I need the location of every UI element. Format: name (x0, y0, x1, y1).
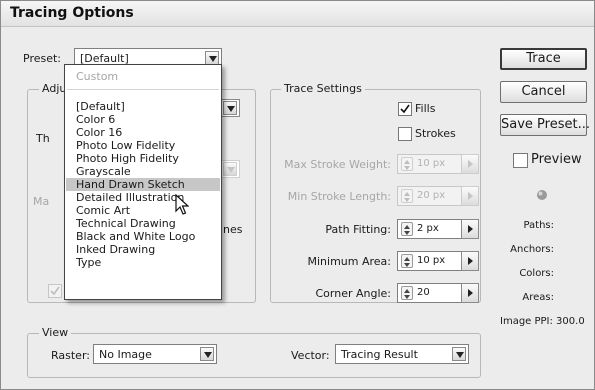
trace-settings-group-title: Trace Settings (281, 82, 365, 95)
title-bar[interactable]: Tracing Options (1, 1, 594, 27)
path-fitting-value: 2 px (417, 223, 439, 234)
min-stroke-length-spinner[interactable]: 20 px (397, 186, 467, 206)
raster-value: No Image (99, 348, 152, 361)
preset-option[interactable]: Type (66, 256, 220, 269)
image-ppi-stat: Image PPI: 300.0 (500, 316, 585, 327)
corner-angle-value: 20 (417, 287, 430, 298)
min-stroke-length-arrow-button[interactable] (461, 186, 479, 206)
ignore-white-label-fragment: nes (223, 223, 243, 236)
preview-label: Preview (531, 152, 582, 167)
mode-select-partial[interactable] (220, 99, 240, 117)
strokes-checkbox[interactable] (398, 127, 412, 141)
menu-separator (67, 89, 219, 90)
preset-option[interactable]: Photo Low Fidelity (66, 139, 220, 152)
preset-option[interactable]: Inked Drawing (66, 243, 220, 256)
preset-label: Preset: (23, 52, 62, 65)
preset-option-highlighted[interactable]: Hand Drawn Sketch (66, 178, 220, 191)
path-fitting-label: Path Fitting: (325, 223, 391, 236)
chevron-down-icon[interactable] (223, 101, 237, 115)
preset-option-custom: Custom (76, 70, 119, 83)
vector-value: Tracing Result (341, 348, 418, 361)
fills-label: Fills (415, 102, 436, 115)
trace-button[interactable]: Trace (500, 48, 587, 70)
info-icon (535, 188, 549, 205)
max-stroke-weight-value: 10 px (417, 158, 446, 169)
corner-angle-label: Corner Angle: (315, 287, 391, 300)
preset-option[interactable]: Detailed Illustration (66, 191, 220, 204)
max-stroke-weight-label: Max Stroke Weight: (284, 158, 391, 171)
anchors-stat: Anchors: (510, 244, 554, 255)
tracing-options-dialog: Tracing Options Preset: [Default] Adjus … (0, 0, 595, 390)
save-preset-button[interactable]: Save Preset... (500, 114, 590, 136)
preset-option[interactable]: Black and White Logo (66, 230, 220, 243)
minimum-area-spinner[interactable]: 10 px (397, 251, 467, 271)
path-fitting-spinner[interactable]: 2 px (397, 219, 467, 239)
preset-option[interactable]: Technical Drawing (66, 217, 220, 230)
minimum-area-arrow-button[interactable] (461, 251, 479, 271)
mouse-pointer-icon (175, 193, 190, 219)
stepper-icon[interactable] (401, 189, 413, 203)
path-fitting-arrow-button[interactable] (461, 219, 479, 239)
preset-dropdown-menu: Custom [Default] Color 6 Color 16 Photo … (64, 64, 222, 300)
preset-option[interactable]: Comic Art (66, 204, 220, 217)
preset-option[interactable]: Color 6 (66, 113, 220, 126)
vector-label: Vector: (291, 349, 330, 362)
min-stroke-length-value: 20 px (417, 190, 446, 201)
preview-checkbox[interactable] (513, 153, 528, 168)
areas-stat: Areas: (522, 292, 554, 303)
fills-checkbox[interactable] (398, 102, 412, 116)
stepper-icon[interactable] (401, 222, 413, 236)
corner-angle-arrow-button[interactable] (461, 283, 479, 303)
preset-option[interactable]: [Default] (66, 100, 220, 113)
dialog-title: Tracing Options (10, 5, 134, 21)
chevron-down-icon[interactable] (452, 347, 466, 361)
min-stroke-length-label: Min Stroke Length: (287, 190, 391, 203)
colors-stat: Colors: (519, 268, 554, 279)
stepper-icon[interactable] (401, 286, 413, 300)
vector-select[interactable]: Tracing Result (335, 344, 469, 364)
threshold-label-fragment: Th (36, 132, 50, 145)
chevron-down-icon[interactable] (223, 162, 237, 176)
palette-select-partial[interactable] (220, 160, 240, 178)
corner-angle-spinner[interactable]: 20 (397, 283, 467, 303)
minimum-area-value: 10 px (417, 255, 446, 266)
cancel-button[interactable]: Cancel (500, 81, 587, 103)
chevron-down-icon[interactable] (200, 347, 214, 361)
stepper-icon[interactable] (401, 157, 413, 171)
minimum-area-label: Minimum Area: (307, 255, 392, 268)
preset-option[interactable]: Photo High Fidelity (66, 152, 220, 165)
stepper-icon[interactable] (401, 254, 413, 268)
strokes-label: Strokes (415, 127, 456, 140)
view-group-title: View (39, 326, 72, 339)
raster-label: Raster: (51, 349, 90, 362)
chevron-down-icon[interactable] (205, 51, 219, 65)
max-colors-label-fragment: Ma (33, 195, 50, 208)
resample-checkbox[interactable] (48, 284, 62, 298)
max-stroke-weight-arrow-button[interactable] (461, 154, 479, 174)
preset-option[interactable]: Color 16 (66, 126, 220, 139)
paths-stat: Paths: (523, 220, 554, 231)
raster-select[interactable]: No Image (93, 344, 217, 364)
preset-option[interactable]: Grayscale (66, 165, 220, 178)
max-stroke-weight-spinner[interactable]: 10 px (397, 154, 467, 174)
